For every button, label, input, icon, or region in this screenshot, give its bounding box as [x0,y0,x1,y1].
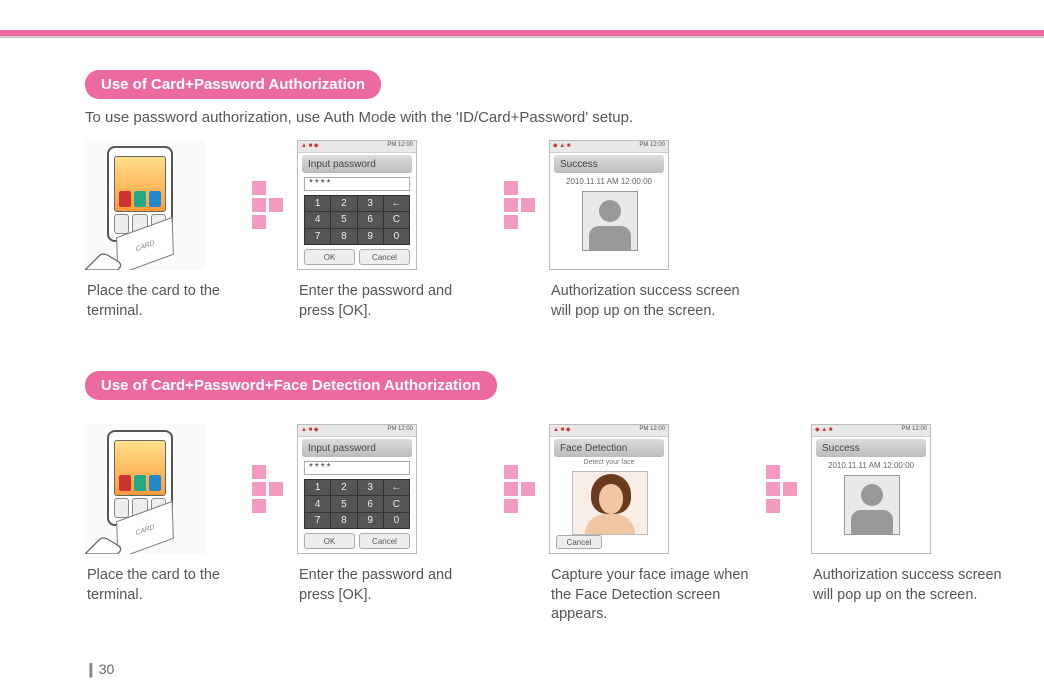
steps-row: CARD Place the card to the terminal. [85,424,1004,625]
terminal-illustration: CARD [85,424,205,554]
step-enter-password: ▲ ■ ◆PM 12:00 Input password **** 123← 4… [297,140,489,321]
manual-page: Use of Card+Password Authorization To us… [0,0,1044,698]
step-caption: Place the card to the terminal. [87,282,237,321]
arrow-icon [751,424,811,554]
step-face-detection: ▲ ■ ◆PM 12:00 Face Detection Detect your… [549,424,751,625]
face-detection-illustration: ▲ ■ ◆PM 12:00 Face Detection Detect your… [549,424,669,554]
step-caption: Authorization success screen will pop up… [813,566,1003,605]
section-title-pill: Use of Card+Password Authorization [85,70,381,99]
step-caption: Enter the password and press [OK]. [299,282,489,321]
terminal-illustration: CARD [85,140,205,270]
hand-icon [85,228,127,270]
step-success: ◆ ▲ ■PM 12:00 Success 2010.11.11 AM 12:0… [811,424,1003,605]
section-title-pill: Use of Card+Password+Face Detection Auth… [85,371,497,400]
avatar-placeholder-icon [844,475,900,535]
avatar-placeholder-icon [582,191,638,251]
step-success: ◆ ▲ ■PM 12:00 Success 2010.11.11 AM 12:0… [549,140,741,321]
step-caption: Authorization success screen will pop up… [551,282,741,321]
success-illustration: ◆ ▲ ■PM 12:00 Success 2010.11.11 AM 12:0… [811,424,931,554]
keypad-illustration: ▲ ■ ◆PM 12:00 Input password **** 123← 4… [297,140,417,270]
face-photo-icon [572,471,648,535]
step-enter-password: ▲ ■ ◆PM 12:00 Input password **** 123← 4… [297,424,489,605]
arrow-icon [489,140,549,270]
hand-icon [85,512,127,554]
arrow-icon [489,424,549,554]
step-caption: Place the card to the terminal. [87,566,237,605]
success-illustration: ◆ ▲ ■PM 12:00 Success 2010.11.11 AM 12:0… [549,140,669,270]
step-caption: Capture your face image when the Face De… [551,566,751,625]
step-place-card: CARD Place the card to the terminal. [85,140,237,321]
section-card-password: Use of Card+Password Authorization To us… [85,70,1004,321]
step-caption: Enter the password and press [OK]. [299,566,489,605]
page-content: Use of Card+Password Authorization To us… [85,70,1004,625]
arrow-icon [237,424,297,554]
page-number: ❙30 [85,661,114,678]
step-place-card: CARD Place the card to the terminal. [85,424,237,605]
arrow-icon [237,140,297,270]
keypad-illustration: ▲ ■ ◆PM 12:00 Input password **** 123← 4… [297,424,417,554]
section-card-password-face: Use of Card+Password+Face Detection Auth… [85,371,1004,625]
section-intro-text: To use password authorization, use Auth … [85,109,1004,126]
steps-row: CARD Place the card to the terminal. [85,140,1004,321]
header-divider [0,36,1044,38]
